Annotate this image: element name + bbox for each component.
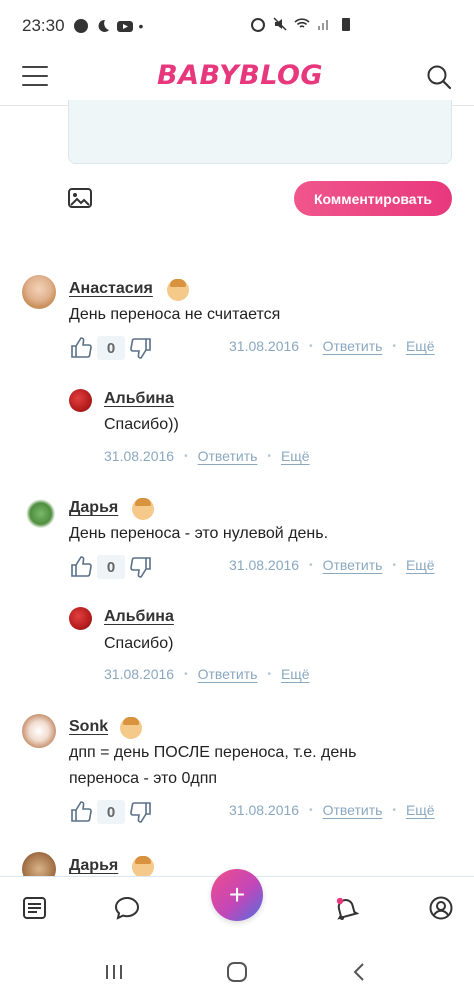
thumbs-up-icon[interactable] [69, 800, 93, 824]
comment-author[interactable]: Дарья [69, 499, 118, 517]
rating-control: 0 [69, 555, 153, 579]
youtube-icon [116, 21, 133, 32]
comment-actions: 31.08.2016 • Ответить • Ещё [229, 557, 435, 573]
avatar[interactable] [22, 495, 56, 529]
moon-icon [98, 19, 109, 32]
avatar[interactable] [69, 389, 92, 412]
search-icon[interactable] [426, 64, 452, 90]
separator-dot: • [267, 668, 271, 680]
alarm-icon [251, 18, 265, 32]
wifi-icon [294, 18, 310, 28]
status-bar: 23:30 • [0, 0, 474, 52]
separator-dot: • [309, 804, 313, 816]
rating-count: 0 [97, 555, 125, 579]
thumbs-up-icon[interactable] [69, 555, 93, 579]
dot-icon: • [138, 18, 144, 34]
comment-date: 31.08.2016 [104, 666, 175, 682]
thumbs-down-icon[interactable] [129, 336, 153, 360]
user-status-icon [132, 498, 154, 520]
avatar[interactable] [22, 275, 56, 309]
comment-date: 31.08.2016 [229, 802, 300, 818]
separator-dot: • [392, 804, 396, 816]
notifications-bell-icon[interactable] [333, 895, 359, 921]
reply-link[interactable]: Ответить [323, 557, 383, 573]
comment-date: 31.08.2016 [229, 557, 300, 573]
comment-actions: 31.08.2016 • Ответить • Ещё [229, 802, 435, 818]
user-status-icon [120, 717, 142, 739]
comment-text: День переноса - это нулевой день. [69, 525, 329, 542]
attach-image-icon[interactable] [68, 188, 92, 208]
mute-icon [273, 17, 287, 31]
comment-author[interactable]: Альбина [104, 390, 174, 408]
system-icons [250, 16, 354, 32]
thumbs-up-icon[interactable] [69, 336, 93, 360]
reply-link[interactable]: Ответить [198, 666, 258, 682]
comment-author[interactable]: Альбина [104, 608, 174, 626]
rating-count: 0 [97, 800, 125, 824]
avatar[interactable] [22, 714, 56, 748]
reply-link[interactable]: Ответить [323, 802, 383, 818]
more-link[interactable]: Ещё [281, 666, 310, 682]
separator-dot: • [184, 450, 188, 462]
more-link[interactable]: Ещё [406, 557, 435, 573]
rating-control: 0 [69, 336, 153, 360]
separator-dot: • [267, 450, 271, 462]
feed-icon[interactable] [22, 895, 48, 921]
separator-dot: • [392, 559, 396, 571]
user-status-icon [132, 856, 154, 878]
more-link[interactable]: Ещё [281, 448, 310, 464]
thumbs-down-icon[interactable] [129, 555, 153, 579]
reply-link[interactable]: Ответить [198, 448, 258, 464]
rating-control: 0 [69, 800, 153, 824]
more-link[interactable]: Ещё [406, 338, 435, 354]
comment-date: 31.08.2016 [229, 338, 300, 354]
thumbs-down-icon[interactable] [129, 800, 153, 824]
separator-dot: • [309, 559, 313, 571]
system-navigation-bar [0, 944, 474, 1000]
home-icon[interactable] [225, 960, 249, 984]
comment-author[interactable]: Анастасия [69, 280, 153, 298]
comment-date: 31.08.2016 [104, 448, 175, 464]
chat-bubble-icon[interactable] [114, 895, 140, 921]
back-icon[interactable] [348, 960, 372, 984]
menu-line [22, 75, 48, 77]
comment-text: Спасибо)) [104, 416, 179, 433]
notification-icons: • [73, 18, 144, 34]
avatar[interactable] [69, 607, 92, 630]
comment-author[interactable]: Дарья [69, 857, 118, 875]
separator-dot: • [392, 340, 396, 352]
submit-comment-button[interactable]: Комментировать [294, 181, 452, 216]
reply-link[interactable]: Ответить [323, 338, 383, 354]
bottom-navigation: + [0, 869, 474, 944]
user-status-icon [167, 279, 189, 301]
recent-apps-icon[interactable] [102, 960, 126, 984]
menu-button[interactable] [22, 66, 48, 88]
separator-dot: • [309, 340, 313, 352]
status-time: 23:30 [22, 16, 65, 35]
menu-line [22, 84, 48, 86]
profile-icon[interactable] [428, 895, 454, 921]
babyblog-logo[interactable]: BABYBLOG [157, 60, 323, 91]
app-notification-icon [73, 19, 88, 33]
comment-actions: 31.08.2016 • Ответить • Ещё [104, 666, 310, 682]
comment-text-line: дпп = день ПОСЛЕ переноса, т.е. день [69, 744, 357, 761]
add-post-button[interactable]: + [211, 869, 263, 921]
comment-text: Спасибо) [104, 635, 174, 652]
comment-text-line: переноса - это 0дпп [69, 770, 218, 787]
signal-icon [318, 20, 328, 30]
battery-icon [342, 18, 350, 31]
more-link[interactable]: Ещё [406, 802, 435, 818]
app-header: BABYBLOG [0, 52, 474, 106]
rating-count: 0 [97, 336, 125, 360]
menu-line [22, 66, 48, 68]
comment-actions: 31.08.2016 • Ответить • Ещё [229, 338, 435, 354]
comment-input[interactable] [68, 100, 452, 164]
comment-author[interactable]: Sonk [69, 718, 108, 736]
separator-dot: • [184, 668, 188, 680]
comment-text: День переноса не считается [69, 306, 281, 323]
comment-actions: 31.08.2016 • Ответить • Ещё [104, 448, 310, 464]
